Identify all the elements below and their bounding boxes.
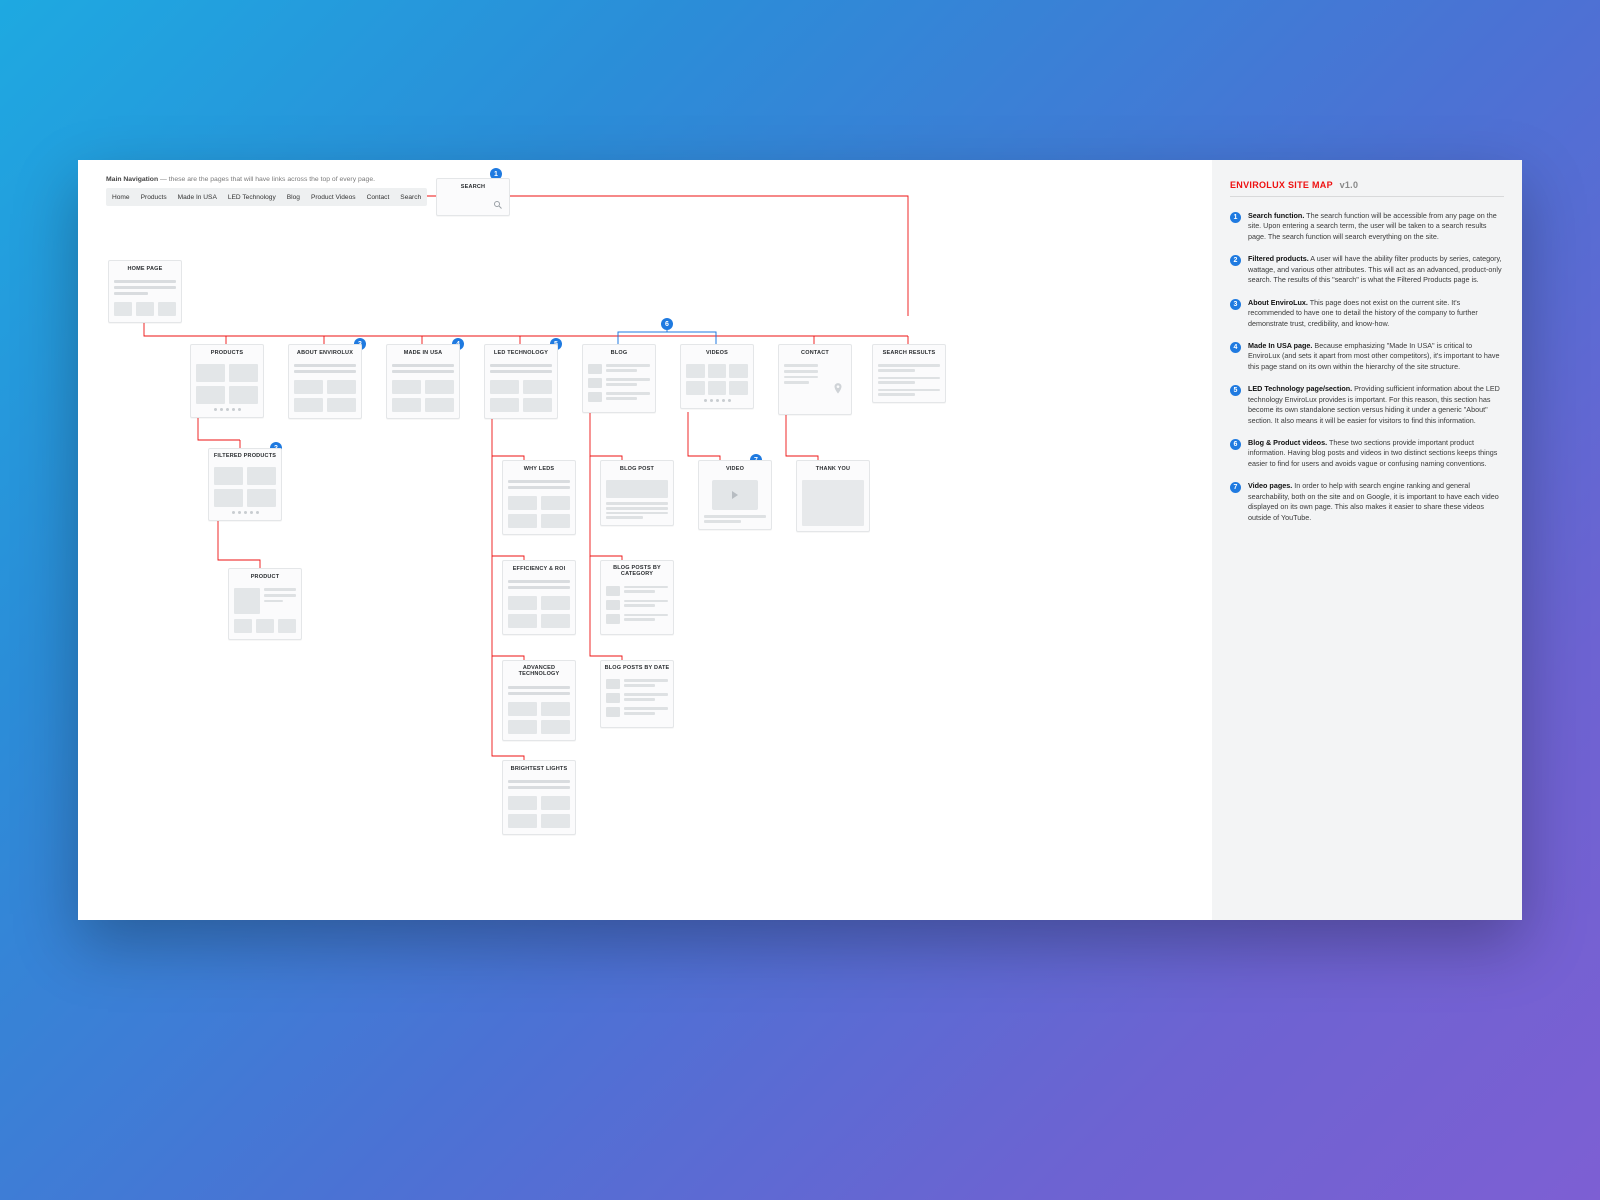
note-text: Made In USA page. Because emphasizing "M… — [1248, 341, 1504, 372]
nav-item: Contact — [367, 194, 390, 201]
card-title: ADVANCED TECHNOLOGY — [503, 661, 575, 682]
note-text: Search function. The search function wil… — [1248, 211, 1504, 242]
play-icon — [712, 480, 758, 510]
note-item: 1 Search function. The search function wi… — [1230, 211, 1504, 242]
note-number-badge: 3 — [1230, 299, 1241, 310]
card-thank-you: THANK YOU — [796, 460, 870, 532]
card-efficiency-roi: EFFICIENCY & ROI — [502, 560, 576, 635]
notes-panel: ENVIROLUX SITE MAP v1.0 1 Search function… — [1212, 160, 1522, 920]
note-item: 6 Blog & Product videos. These two sectio… — [1230, 438, 1504, 469]
search-icon — [493, 200, 503, 210]
note-text: LED Technology page/section. Providing s… — [1248, 384, 1504, 426]
nav-item: Products — [141, 194, 167, 201]
page-title: ENVIROLUX SITE MAP v1.0 — [1230, 180, 1504, 197]
sitemap-canvas: Main Navigation — these are the pages th… — [78, 160, 1212, 920]
card-title: BLOG POST — [601, 461, 673, 476]
card-title: VIDEOS — [681, 345, 753, 360]
card-search: SEARCH — [436, 178, 510, 216]
card-product: PRODUCT — [228, 568, 302, 640]
note-item: 4 Made In USA page. Because emphasizing "… — [1230, 341, 1504, 372]
card-home: HOME PAGE — [108, 260, 182, 323]
card-search-results: SEARCH RESULTS — [872, 344, 946, 403]
card-title: PRODUCTS — [191, 345, 263, 360]
card-title: BLOG POSTS BY CATEGORY — [601, 561, 673, 582]
note-text: Blog & Product videos. These two section… — [1248, 438, 1504, 469]
connector-lines — [78, 160, 1212, 920]
card-title: PRODUCT — [229, 569, 301, 584]
card-led-technology: LED TECHNOLOGY — [484, 344, 558, 419]
card-videos: VIDEOS — [680, 344, 754, 409]
document-page: ENVIROLUX SITE MAP v1.0 1 Search function… — [78, 160, 1522, 920]
nav-item: Blog — [287, 194, 300, 201]
card-products: PRODUCTS — [190, 344, 264, 418]
card-title: BLOG POSTS BY DATE — [601, 661, 673, 675]
nav-item: Product Videos — [311, 194, 356, 201]
note-number-badge: 7 — [1230, 482, 1241, 493]
note-number-badge: 6 — [1230, 439, 1241, 450]
card-title: WHY LEDS — [503, 461, 575, 476]
note-item: 3 About EnviroLux. This page does not exi… — [1230, 298, 1504, 329]
card-title: ABOUT ENVIROLUX — [289, 345, 361, 360]
card-title: HOME PAGE — [109, 261, 181, 276]
card-contact: CONTACT — [778, 344, 852, 415]
note-item: 5 LED Technology page/section. Providing … — [1230, 384, 1504, 426]
note-text: About EnviroLux. This page does not exis… — [1248, 298, 1504, 329]
note-number-badge: 5 — [1230, 385, 1241, 396]
note-item: 7 Video pages. In order to help with sear… — [1230, 481, 1504, 523]
card-title: SEARCH RESULTS — [873, 345, 945, 360]
card-title: FILTERED PRODUCTS — [209, 449, 281, 463]
card-title: LED TECHNOLOGY — [485, 345, 557, 360]
card-title: THANK YOU — [797, 461, 869, 476]
card-about: ABOUT ENVIROLUX — [288, 344, 362, 419]
note-item: 2 Filtered products. A user will have the… — [1230, 254, 1504, 285]
nav-caption: Main Navigation — these are the pages th… — [106, 176, 375, 183]
note-text: Filtered products. A user will have the … — [1248, 254, 1504, 285]
nav-item: Search — [400, 194, 421, 201]
note-number-badge: 1 — [1230, 212, 1241, 223]
card-blog-posts-by-category: BLOG POSTS BY CATEGORY — [600, 560, 674, 635]
card-title: CONTACT — [779, 345, 851, 360]
card-title: BLOG — [583, 345, 655, 360]
main-nav-bar: Home Products Made In USA LED Technology Blo… — [106, 188, 427, 206]
card-title: VIDEO — [699, 461, 771, 476]
note-text: Video pages. In order to help with searc… — [1248, 481, 1504, 523]
card-blog: BLOG — [582, 344, 656, 413]
card-blog-posts-by-date: BLOG POSTS BY DATE — [600, 660, 674, 728]
card-filtered-products: FILTERED PRODUCTS — [208, 448, 282, 521]
card-title: SEARCH — [437, 179, 509, 194]
card-title: EFFICIENCY & ROI — [503, 561, 575, 576]
annotation-badge-6: 6 — [661, 318, 673, 330]
card-brightest-lights: BRIGHTEST LIGHTS — [502, 760, 576, 835]
nav-item: Home — [112, 194, 130, 201]
note-number-badge: 2 — [1230, 255, 1241, 266]
nav-item: Made In USA — [178, 194, 217, 201]
card-why-leds: WHY LEDS — [502, 460, 576, 535]
card-made-in-usa: MADE IN USA — [386, 344, 460, 419]
map-pin-icon — [831, 380, 845, 398]
card-video: VIDEO — [698, 460, 772, 530]
card-title: BRIGHTEST LIGHTS — [503, 761, 575, 776]
card-blog-post: BLOG POST — [600, 460, 674, 526]
nav-item: LED Technology — [228, 194, 276, 201]
card-advanced-technology: ADVANCED TECHNOLOGY — [502, 660, 576, 741]
card-title: MADE IN USA — [387, 345, 459, 360]
note-number-badge: 4 — [1230, 342, 1241, 353]
